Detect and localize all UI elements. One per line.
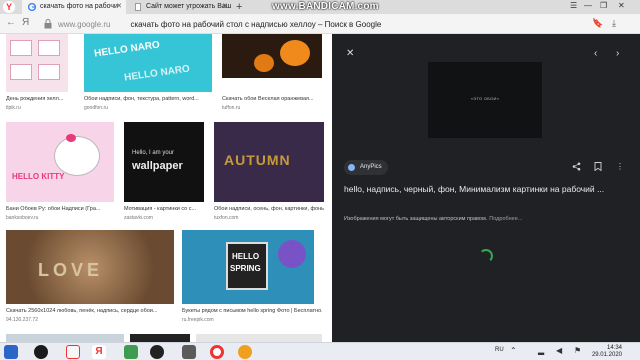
lock-icon [44, 19, 52, 29]
thumb-text: wallpaper [132, 160, 183, 172]
preview-title[interactable]: hello, надпись, черный, фон, Минимализм … [344, 184, 634, 195]
minimize-icon[interactable]: — [584, 1, 592, 10]
result-source: 94.130.237.72 [6, 317, 38, 323]
result-thumbnail[interactable] [6, 34, 68, 92]
bookmark-icon[interactable]: 🔖 [592, 18, 603, 29]
copyright-text: Изображения могут быть защищены авторски… [344, 216, 488, 222]
image-preview-panel: ✕ ‹ › «ЭТО ОБОИ» AnyPics ⋮ hello, надпис… [332, 34, 640, 342]
close-tab-icon[interactable]: ✕ [222, 0, 228, 14]
result-caption[interactable]: День рождения хелл... [6, 96, 68, 102]
google-icon [28, 3, 36, 11]
more-options-icon[interactable]: ⋮ [616, 162, 624, 171]
result-thumbnail[interactable]: LOVE [6, 230, 174, 304]
tab-label: Сайт может угрожать Ваш [146, 3, 232, 10]
volume-icon[interactable]: ◀ [556, 346, 562, 355]
preview-image[interactable]: «ЭТО ОБОИ» [428, 62, 542, 138]
thumb-text: HELLO [232, 252, 260, 261]
site-favicon-icon [348, 164, 355, 171]
yandex-logo[interactable]: Я [22, 17, 29, 28]
clock[interactable]: 14:34 29.01.2020 [592, 345, 622, 359]
more-info-link[interactable]: Подробнее... [489, 216, 522, 222]
download-icon[interactable]: ⤓ [612, 18, 616, 29]
chevron-left-icon[interactable]: ‹ [594, 48, 597, 59]
screen: Y скачать фото на рабочи ✕ Сайт может уг… [0, 0, 640, 360]
source-site-chip[interactable]: AnyPics [344, 160, 388, 175]
result-source: tuffon.ru [222, 105, 241, 111]
image-results-grid: День рождения хелл... tlpik.ru HELLO NAR… [0, 34, 332, 342]
url-page-title: скачать фото на рабочий стол с надписью … [130, 20, 382, 29]
thumb-text: HELLO NARO [123, 63, 191, 84]
thumb-text: Hello, I am your [132, 150, 175, 156]
tab-site-warning[interactable]: Сайт может угрожать Ваш ✕ [128, 0, 232, 14]
yandex-app-icon[interactable]: Я [92, 345, 106, 359]
result-source: zastavki.com [124, 215, 153, 221]
page-icon [135, 3, 141, 11]
address-bar: ← Я www.google.ru скачать фото на рабочий… [0, 14, 640, 34]
result-caption[interactable]: Скачать 2560x1024 любовь, пенёк, надпись… [6, 308, 174, 314]
flag-icon[interactable]: ⚑ [574, 346, 581, 355]
app-icon[interactable] [238, 345, 252, 359]
yandex-browser-logo[interactable]: Y [3, 1, 15, 13]
result-source: banksoboev.ru [6, 215, 39, 221]
obs-app-icon[interactable] [150, 345, 164, 359]
browser-tab-bar: Y скачать фото на рабочи ✕ Сайт может уг… [0, 0, 640, 14]
back-arrow-icon[interactable]: ← [6, 17, 16, 28]
loading-spinner [479, 249, 493, 263]
result-source: tlpik.ru [6, 105, 21, 111]
keyboard-language[interactable]: RU [495, 347, 504, 353]
close-window-icon[interactable]: ✕ [618, 1, 625, 10]
result-caption[interactable]: Букеты рядом с письмом hello spring Фото… [182, 308, 322, 314]
menu-icon[interactable]: ☰ [570, 1, 577, 10]
result-caption[interactable]: Скачать обои Веселая оранжевая... [222, 96, 322, 102]
result-caption[interactable]: Обои надписи, фон, текстура, pattern, wo… [84, 96, 212, 102]
result-thumbnail[interactable] [130, 334, 190, 342]
app-icon[interactable] [182, 345, 196, 359]
clock-date: 29.01.2020 [591, 352, 622, 358]
save-bookmark-icon[interactable] [594, 162, 602, 171]
preview-image-text: «ЭТО ОБОИ» [470, 96, 500, 101]
tray-expand-icon[interactable]: ⌃ [510, 346, 517, 355]
close-tab-icon[interactable]: ✕ [116, 0, 122, 14]
result-source: goodfon.ru [84, 105, 108, 111]
result-thumbnail[interactable]: HELLO NARO HELLO NARO [84, 34, 212, 92]
share-icon[interactable] [572, 162, 581, 171]
result-thumbnail[interactable] [196, 334, 322, 342]
recorder-watermark: www.BANDICAM.com [272, 1, 379, 12]
new-tab-button[interactable]: + [236, 0, 242, 14]
url-field[interactable]: www.google.ru скачать фото на рабочий сто… [58, 18, 558, 31]
tab-google-search[interactable]: скачать фото на рабочи ✕ [22, 0, 126, 14]
opera-app-icon[interactable] [210, 345, 224, 359]
result-caption[interactable]: Мотивация - картинки со с... [124, 206, 210, 212]
result-caption[interactable]: Бани Обоев Ру: обои Надписи (Гра... [6, 206, 114, 212]
windows-taskbar: Я ⌃ RU ▂ ◀ ⚑ 14:34 29.01.2020 [0, 342, 640, 360]
network-icon[interactable]: ▂ [538, 346, 544, 355]
yandex-browser-app-icon[interactable] [66, 345, 80, 359]
copyright-notice: Изображения могут быть защищены авторски… [344, 216, 522, 222]
thumb-text: AUTUMN [224, 152, 291, 168]
result-thumbnail[interactable] [222, 34, 322, 78]
result-thumbnail[interactable]: HELLO SPRING [182, 230, 314, 304]
thumb-text: LOVE [38, 260, 104, 280]
thumb-text: HELLO NARO [93, 39, 161, 60]
bandicam-app-icon[interactable] [34, 345, 48, 359]
chevron-right-icon[interactable]: › [616, 48, 619, 59]
thumb-text: HELLO KITTY [12, 172, 65, 181]
url-host: www.google.ru [58, 20, 111, 29]
result-thumbnail[interactable]: Hello, I am your wallpaper [124, 122, 204, 202]
result-thumbnail[interactable]: AUTUMN [214, 122, 324, 202]
result-thumbnail[interactable]: HELLO KITTY [6, 122, 114, 202]
result-thumbnail[interactable] [6, 334, 124, 342]
recycle-app-icon[interactable] [124, 345, 138, 359]
clock-time: 14:34 [606, 345, 622, 351]
source-site-name: AnyPics [360, 164, 382, 170]
result-source: tuxfon.com [214, 215, 239, 221]
result-source: ru.freepik.com [182, 317, 214, 323]
start-button-icon[interactable] [4, 345, 18, 359]
tab-label: скачать фото на рабочи [40, 3, 118, 10]
thumb-text: SPRING [230, 264, 261, 273]
result-caption[interactable]: Обои надписи, осень, фон, картинки, фоны… [214, 206, 324, 212]
restore-icon[interactable]: ❐ [600, 1, 607, 10]
close-icon[interactable]: ✕ [346, 48, 354, 59]
